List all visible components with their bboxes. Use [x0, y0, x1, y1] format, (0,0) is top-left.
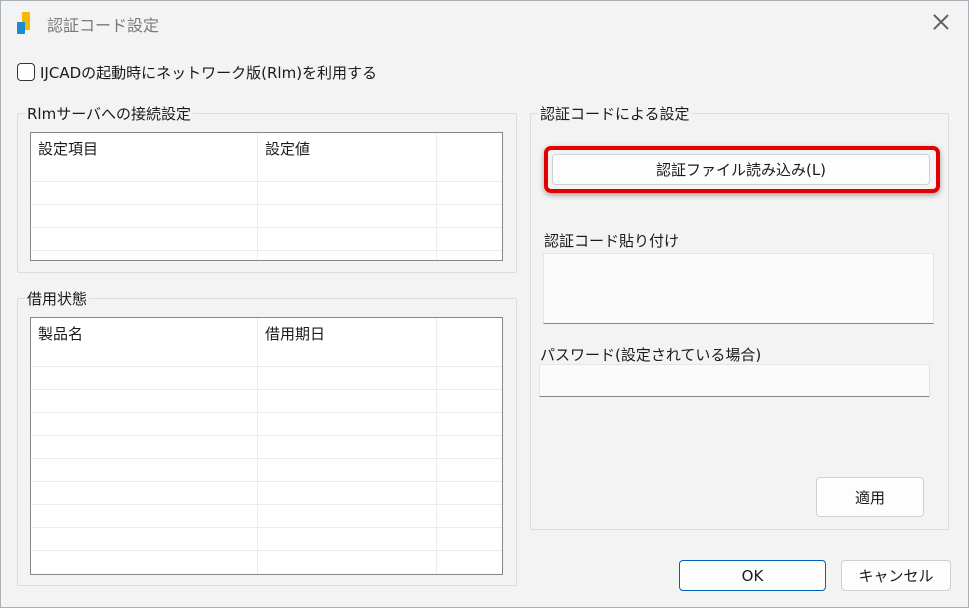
column-divider — [257, 133, 258, 260]
auth-group-title: 認証コードによる設定 — [538, 103, 692, 124]
rlm-settings-list[interactable]: 設定項目 設定値 — [30, 132, 503, 261]
use-network-checkbox[interactable] — [17, 63, 35, 81]
list-row-line — [31, 204, 502, 205]
list-row-line — [31, 227, 502, 228]
column-divider — [436, 133, 437, 260]
column-divider — [436, 318, 437, 574]
close-icon[interactable] — [930, 11, 952, 33]
list-row-line — [31, 435, 502, 436]
auth-code-paste-field[interactable] — [543, 253, 934, 324]
borrow-list-header: 製品名 借用期日 — [31, 318, 437, 344]
column-header-borrow-date[interactable]: 借用期日 — [258, 318, 437, 344]
rlm-group-title: Rlmサーバへの接続設定 — [25, 103, 194, 124]
list-row-line — [31, 458, 502, 459]
title-bar: 認証コード設定 — [1, 1, 968, 45]
app-icon — [17, 12, 30, 34]
column-divider — [257, 318, 258, 574]
password-field[interactable] — [539, 364, 930, 397]
list-row-line — [31, 527, 502, 528]
rlm-list-header: 設定項目 設定値 — [31, 133, 437, 159]
list-row-line — [31, 366, 502, 367]
use-network-option[interactable]: IJCADの起動時にネットワーク版(Rlm)を利用する — [17, 61, 377, 83]
ok-button[interactable]: OK — [679, 560, 826, 591]
list-row-line — [31, 181, 502, 182]
list-row-line — [31, 250, 502, 251]
paste-code-label: 認証コード貼り付け — [544, 232, 680, 250]
borrow-list[interactable]: 製品名 借用期日 — [30, 317, 503, 575]
column-header-product-name[interactable]: 製品名 — [31, 318, 258, 344]
list-row-line — [31, 550, 502, 551]
list-row-line — [31, 481, 502, 482]
list-row-line — [31, 412, 502, 413]
use-network-label: IJCADの起動時にネットワーク版(Rlm)を利用する — [40, 63, 378, 82]
list-row-line — [31, 504, 502, 505]
borrow-group-title: 借用状態 — [25, 288, 90, 309]
column-header-setting-value[interactable]: 設定値 — [258, 133, 437, 159]
dialog-window: 認証コード設定 IJCADの起動時にネットワーク版(Rlm)を利用する Rlmサ… — [0, 0, 969, 608]
password-label: パスワード(設定されている場合) — [540, 346, 762, 364]
list-row-line — [31, 389, 502, 390]
apply-button[interactable]: 適用 — [816, 477, 924, 517]
highlight-box — [544, 146, 940, 193]
column-header-setting-item[interactable]: 設定項目 — [31, 133, 258, 159]
cancel-button[interactable]: キャンセル — [841, 560, 951, 591]
window-title: 認証コード設定 — [47, 16, 160, 35]
